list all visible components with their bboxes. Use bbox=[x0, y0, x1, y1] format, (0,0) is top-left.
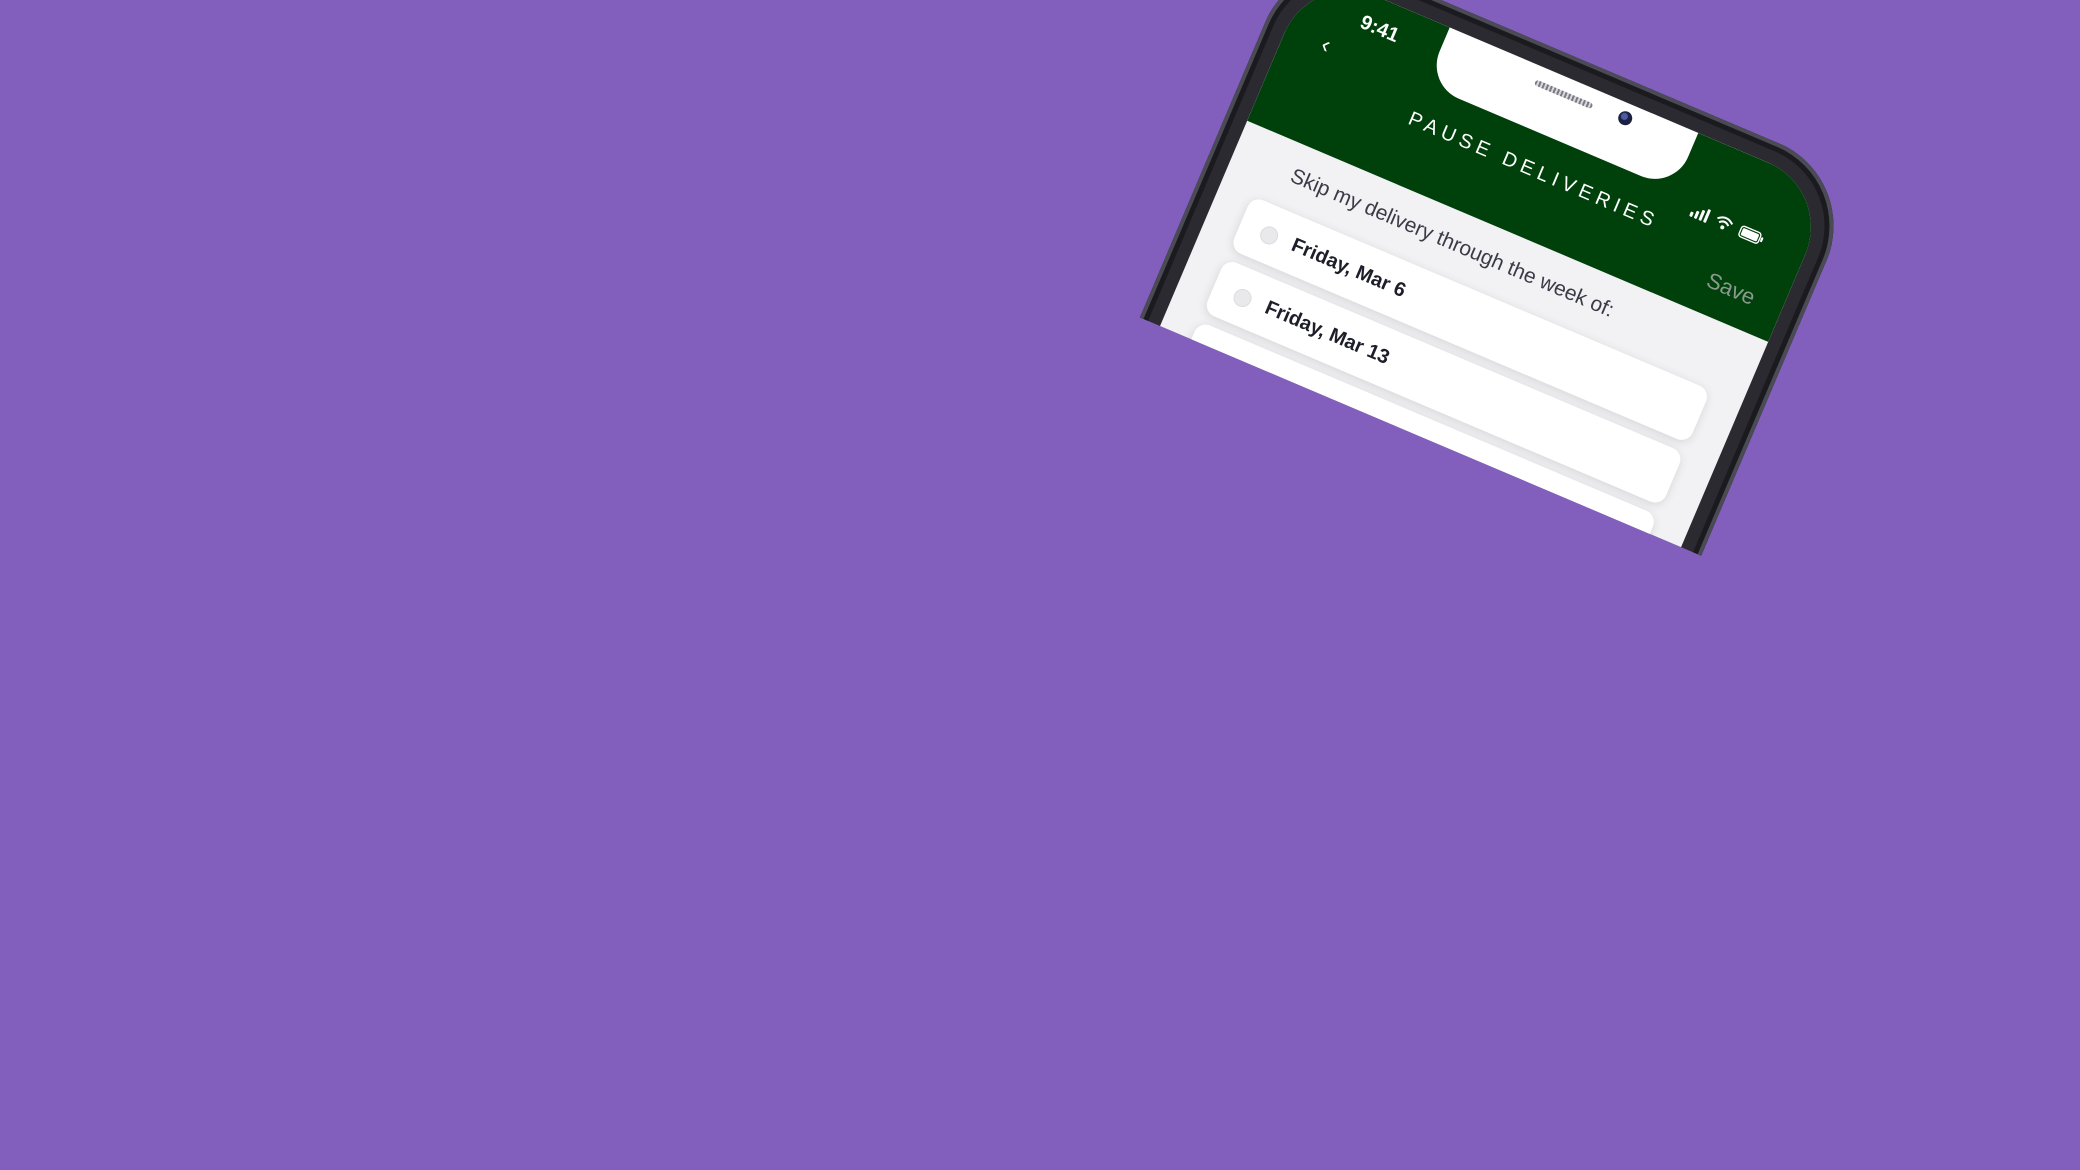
front-camera bbox=[1616, 109, 1635, 128]
back-button[interactable]: ‹ bbox=[1306, 26, 1345, 65]
radio-button[interactable] bbox=[1204, 348, 1228, 373]
phone-clip: 9:41 ‹ PAUSE DELIVERIES Save Skip my del… bbox=[1139, 0, 1862, 556]
status-time: 9:41 bbox=[1356, 11, 1403, 48]
speaker-grille bbox=[1533, 79, 1594, 110]
signal-icon bbox=[1689, 203, 1712, 224]
wifi-icon bbox=[1713, 213, 1735, 233]
battery-icon bbox=[1737, 224, 1766, 246]
radio-button[interactable] bbox=[1230, 286, 1255, 310]
notch bbox=[1425, 18, 1703, 191]
background: 9:41 ‹ PAUSE DELIVERIES Save Skip my del… bbox=[0, 0, 2080, 1170]
chevron-left-icon: ‹ bbox=[1317, 31, 1335, 60]
phone-frame: 9:41 ‹ PAUSE DELIVERIES Save Skip my del… bbox=[1139, 0, 1862, 556]
radio-button[interactable] bbox=[1257, 223, 1281, 248]
phone-screen: 9:41 ‹ PAUSE DELIVERIES Save Skip my del… bbox=[1139, 0, 1833, 556]
phone-mockup: 9:41 ‹ PAUSE DELIVERIES Save Skip my del… bbox=[1058, 0, 1862, 749]
